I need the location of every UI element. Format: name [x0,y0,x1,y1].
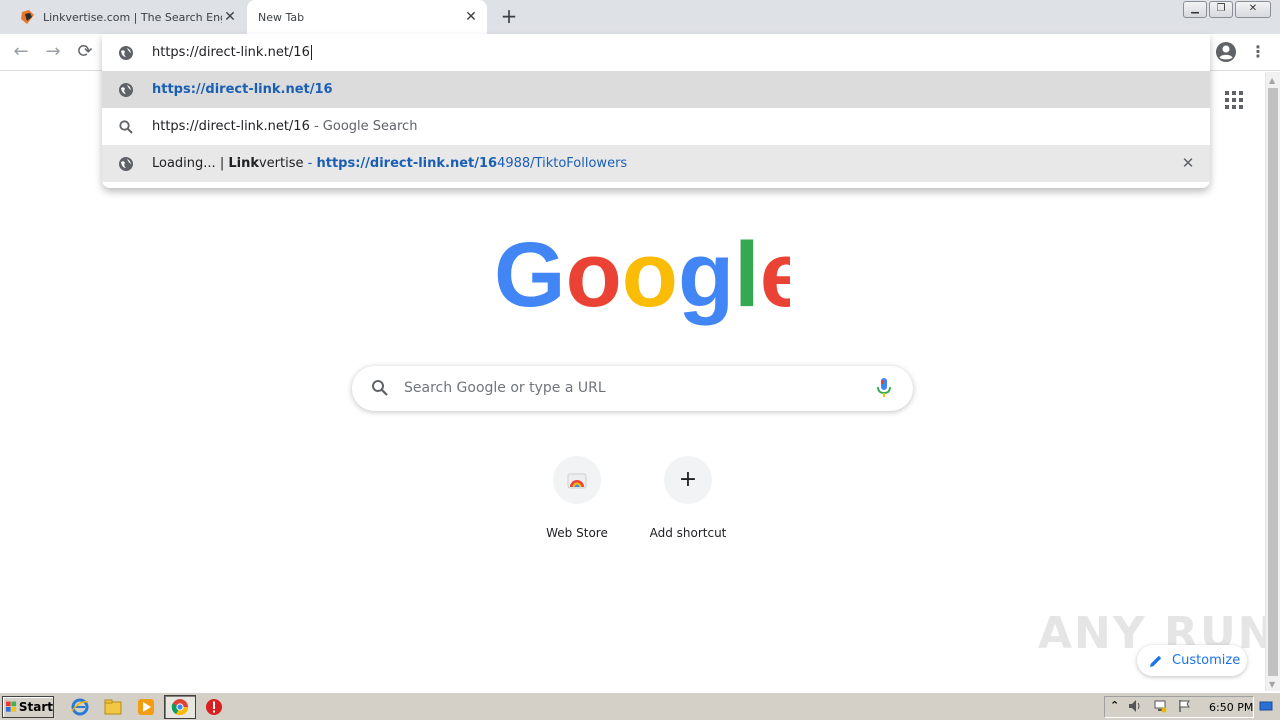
search-icon [372,380,388,396]
warning-app-icon[interactable] [205,698,223,716]
pencil-icon [1150,655,1162,667]
scroll-down-icon[interactable]: ▼ [1269,680,1275,689]
reload-icon[interactable]: ⟳ [73,40,97,64]
show-hidden-icons-icon[interactable]: ⌃ [1110,699,1124,713]
suggestion-query-text: https://direct-link.net/16 [152,119,310,134]
windows-taskbar: Start ⌃ 6:50 PM [0,692,1280,720]
search-placeholder: Search Google or type a URL [404,380,606,396]
suggestion-history[interactable]: Loading... | Linkvertise - https://direc… [102,145,1210,182]
shortcut-label: Add shortcut [649,526,727,540]
internet-explorer-icon[interactable] [71,698,89,716]
restore-button[interactable]: ❐ [1209,1,1233,18]
suggestion-url[interactable]: https://direct-link.net/16 [102,71,1210,108]
scrollbar-thumb[interactable] [1268,88,1278,676]
start-button[interactable]: Start [2,696,54,718]
close-window-button[interactable]: ✕ [1235,1,1271,18]
suggestion-query-suffix: - Google Search [309,119,418,134]
suggestion-url-bold: https://direct-link.net/16 [316,156,498,171]
tab-new-tab[interactable]: New Tab ✕ [247,0,487,34]
shortcut-tile [553,456,601,504]
suggestion-separator: - [303,156,317,171]
omnibox-typed-text: https://direct-link.net/16 [152,45,310,60]
suggestion-url-text: https://direct-link.net/16 [152,82,333,97]
media-player-icon[interactable] [137,698,155,716]
globe-icon [119,156,133,171]
mic-icon[interactable] [875,377,893,399]
plus-icon: + [678,467,698,492]
windows-logo-icon [6,701,17,712]
tab-close-icon[interactable]: ✕ [463,9,479,25]
suggestion-search[interactable]: https://direct-link.net/16 - Google Sear… [102,108,1210,145]
suggestion-url-rest: 4988/TiktoFollowers [497,156,628,171]
globe-icon [119,82,133,97]
tab-close-icon[interactable]: ✕ [222,9,238,25]
action-center-flag-icon[interactable] [1178,699,1192,713]
remove-suggestion-icon[interactable]: ✕ [1180,155,1196,171]
search-box[interactable]: Search Google or type a URL [352,366,913,411]
tab-title: Linkvertise.com | The Search Engine [43,10,222,24]
clock[interactable]: 6:50 PM [1209,701,1253,714]
suggestion-title-prefix: Loading... | [152,156,229,171]
back-arrow-icon[interactable]: ← [9,40,33,64]
search-icon [119,119,133,134]
chrome-icon [171,699,189,716]
omnibox-dropdown: https://direct-link.net/16 https://direc… [102,34,1210,188]
page-scrollbar[interactable]: ▲ ▼ [1265,72,1280,691]
taskbar-chrome-button[interactable] [164,695,196,719]
browser-menu-icon[interactable]: ⋮ [1250,40,1266,64]
shortcut-add[interactable]: + Add shortcut [632,456,744,540]
suggestion-title-bold: Link [228,156,259,171]
customize-label: Customize [1172,653,1241,668]
file-explorer-icon[interactable] [104,698,122,716]
svg-text:Google: Google [494,224,790,326]
linkvertise-icon [21,10,34,24]
google-logo: Google [494,224,790,326]
omnibox-input[interactable]: https://direct-link.net/16 [102,34,1210,71]
tab-strip: Linkvertise.com | The Search Engine ✕ Ne… [0,0,1280,34]
scroll-up-icon[interactable]: ▲ [1269,76,1275,85]
customize-button[interactable]: Customize [1137,645,1247,676]
tab-linkvertise[interactable]: Linkvertise.com | The Search Engine ✕ [10,0,246,34]
browser-window: Linkvertise.com | The Search Engine ✕ Ne… [0,0,1280,720]
start-label: Start [18,700,53,714]
new-tab-button[interactable]: + [498,6,520,28]
profile-avatar-icon[interactable] [1214,40,1238,64]
web-store-icon [567,473,587,489]
network-icon[interactable] [1153,699,1167,713]
show-desktop-icon[interactable] [1259,699,1273,713]
minimize-button[interactable]: ▁ [1183,1,1207,18]
globe-icon [119,45,133,60]
apps-grid-icon[interactable] [1224,90,1244,110]
tab-title: New Tab [258,10,305,24]
shortcut-web-store[interactable]: Web Store [521,456,633,540]
text-caret [310,45,312,60]
forward-arrow-icon[interactable]: → [41,40,65,64]
shortcut-label: Web Store [546,526,608,540]
volume-icon[interactable] [1128,699,1142,713]
shortcut-tile: + [664,456,712,504]
suggestion-title-rest: vertise [258,156,304,171]
